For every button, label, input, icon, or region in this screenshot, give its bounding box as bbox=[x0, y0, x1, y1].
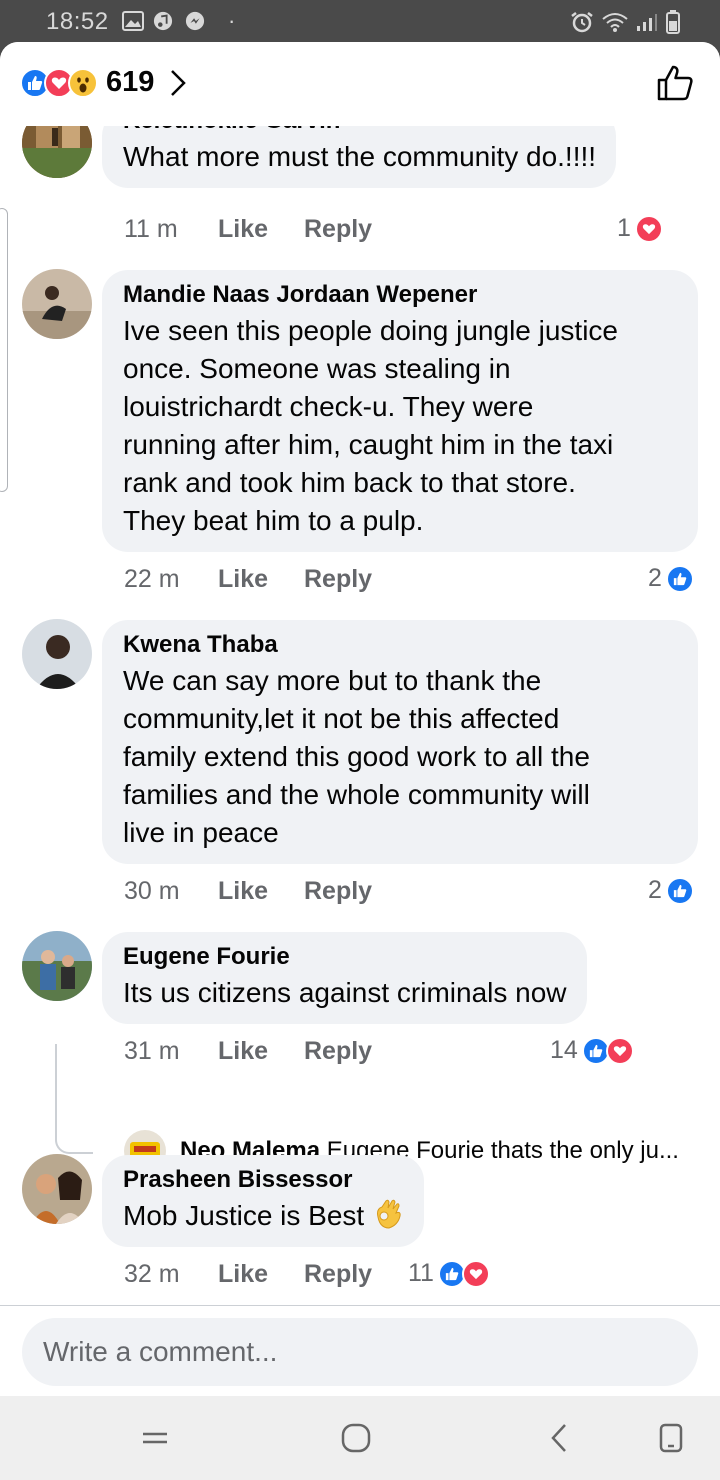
reactions-header: 619 bbox=[0, 42, 720, 126]
comment-text: We can say more but to thank the communi… bbox=[123, 665, 590, 848]
comment-input[interactable]: Write a comment... bbox=[22, 1318, 698, 1386]
comment-actions: 32 m Like Reply bbox=[124, 1260, 372, 1289]
comment-bubble[interactable]: Eugene Fourie Its us citizens against cr… bbox=[102, 932, 587, 1024]
avatar[interactable] bbox=[22, 619, 92, 689]
comment-text: Mob Justice is Best bbox=[123, 1200, 365, 1231]
clock: 18:52 bbox=[46, 8, 109, 35]
menu-nav-icon[interactable] bbox=[140, 1422, 170, 1452]
comment-actions: 11 m Like Reply bbox=[124, 215, 372, 244]
comment-bubble[interactable]: Mandie Naas Jordaan Wepener Ive seen thi… bbox=[102, 270, 698, 552]
comment-bubble[interactable]: Prasheen Bissessor Mob Justice is Best bbox=[102, 1155, 424, 1247]
reaction-number: 2 bbox=[648, 564, 662, 592]
avatar[interactable] bbox=[22, 269, 92, 339]
comment-text: What more must the community do.!!!! bbox=[123, 141, 597, 172]
comment-actions: 22 m Like Reply bbox=[124, 565, 372, 594]
like-button[interactable]: Like bbox=[218, 1260, 304, 1289]
comment-actions: 31 m Like Reply bbox=[124, 1037, 372, 1066]
battery-icon bbox=[666, 10, 680, 34]
system-nav-bar bbox=[0, 1396, 720, 1480]
scroll-indicator bbox=[0, 208, 8, 492]
comment-text: Its us citizens against criminals now bbox=[123, 977, 567, 1008]
comments-sheet: 619 Keletlhokile Garvin What more must t… bbox=[0, 42, 720, 1396]
comment-time[interactable]: 32 m bbox=[124, 1260, 218, 1289]
reaction-number: 14 bbox=[550, 1036, 578, 1064]
wifi-icon bbox=[602, 13, 628, 32]
reply-button[interactable]: Reply bbox=[304, 565, 372, 594]
comment-time[interactable]: 11 m bbox=[124, 215, 218, 244]
music-icon bbox=[153, 11, 173, 31]
avatar[interactable] bbox=[22, 931, 92, 1001]
reaction-count: 619 bbox=[106, 66, 155, 98]
reaction-number: 1 bbox=[617, 214, 631, 242]
wow-reaction-icon bbox=[68, 67, 98, 98]
love-reaction-icon bbox=[634, 214, 663, 243]
reply-button[interactable]: Reply bbox=[304, 1037, 372, 1066]
like-button[interactable]: Like bbox=[218, 877, 304, 906]
home-nav-icon[interactable] bbox=[340, 1422, 372, 1454]
status-bar: 18:52 · bbox=[0, 0, 720, 42]
back-nav-icon[interactable] bbox=[548, 1422, 570, 1454]
messenger-icon bbox=[185, 11, 205, 31]
comment-author[interactable]: Eugene Fourie bbox=[123, 942, 567, 972]
comment-time[interactable]: 22 m bbox=[124, 565, 218, 594]
reply-thread-line bbox=[55, 1044, 93, 1154]
like-button[interactable]: Like bbox=[218, 1037, 304, 1066]
like-button[interactable]: Like bbox=[218, 215, 304, 244]
gallery-icon bbox=[122, 11, 144, 31]
comment-bubble[interactable]: Kwena Thaba We can say more but to thank… bbox=[102, 620, 698, 864]
reply-button[interactable]: Reply bbox=[304, 1260, 372, 1289]
love-reaction-icon bbox=[605, 1036, 634, 1065]
composer-divider bbox=[0, 1305, 720, 1306]
reply-button[interactable]: Reply bbox=[304, 877, 372, 906]
chevron-right-icon[interactable] bbox=[170, 69, 187, 97]
comment-author[interactable]: Prasheen Bissessor bbox=[123, 1165, 404, 1195]
like-reaction-icon bbox=[665, 564, 694, 593]
alarm-icon bbox=[571, 12, 593, 33]
recents-nav-icon[interactable] bbox=[658, 1422, 684, 1454]
reaction-number: 11 bbox=[408, 1259, 434, 1287]
comment-author[interactable]: Mandie Naas Jordaan Wepener bbox=[123, 280, 678, 310]
comment-time[interactable]: 30 m bbox=[124, 877, 218, 906]
comment-reactions[interactable]: 2 bbox=[648, 876, 694, 905]
reply-button[interactable]: Reply bbox=[304, 215, 372, 244]
ok-hand-emoji bbox=[376, 1199, 401, 1229]
comment-text: Ive seen this people doing jungle justic… bbox=[123, 315, 619, 536]
like-reaction-icon bbox=[665, 876, 694, 905]
like-button[interactable]: Like bbox=[218, 565, 304, 594]
comment-reactions[interactable]: 1 bbox=[617, 214, 663, 243]
comment-reactions[interactable]: 14 bbox=[550, 1036, 634, 1065]
comment-time[interactable]: 31 m bbox=[124, 1037, 218, 1066]
avatar[interactable] bbox=[22, 1154, 92, 1224]
comment-reactions[interactable]: 11 bbox=[408, 1259, 490, 1288]
reaction-number: 2 bbox=[648, 876, 662, 904]
love-reaction-icon bbox=[461, 1259, 490, 1288]
thumbs-up-icon[interactable] bbox=[656, 64, 694, 102]
comment-reactions[interactable]: 2 bbox=[648, 564, 694, 593]
comment-actions: 30 m Like Reply bbox=[124, 877, 372, 906]
comment-author[interactable]: Kwena Thaba bbox=[123, 630, 678, 660]
notification-dot: · bbox=[228, 8, 236, 33]
reactions-summary[interactable]: 619 bbox=[20, 66, 187, 99]
signal-icon bbox=[637, 14, 657, 31]
